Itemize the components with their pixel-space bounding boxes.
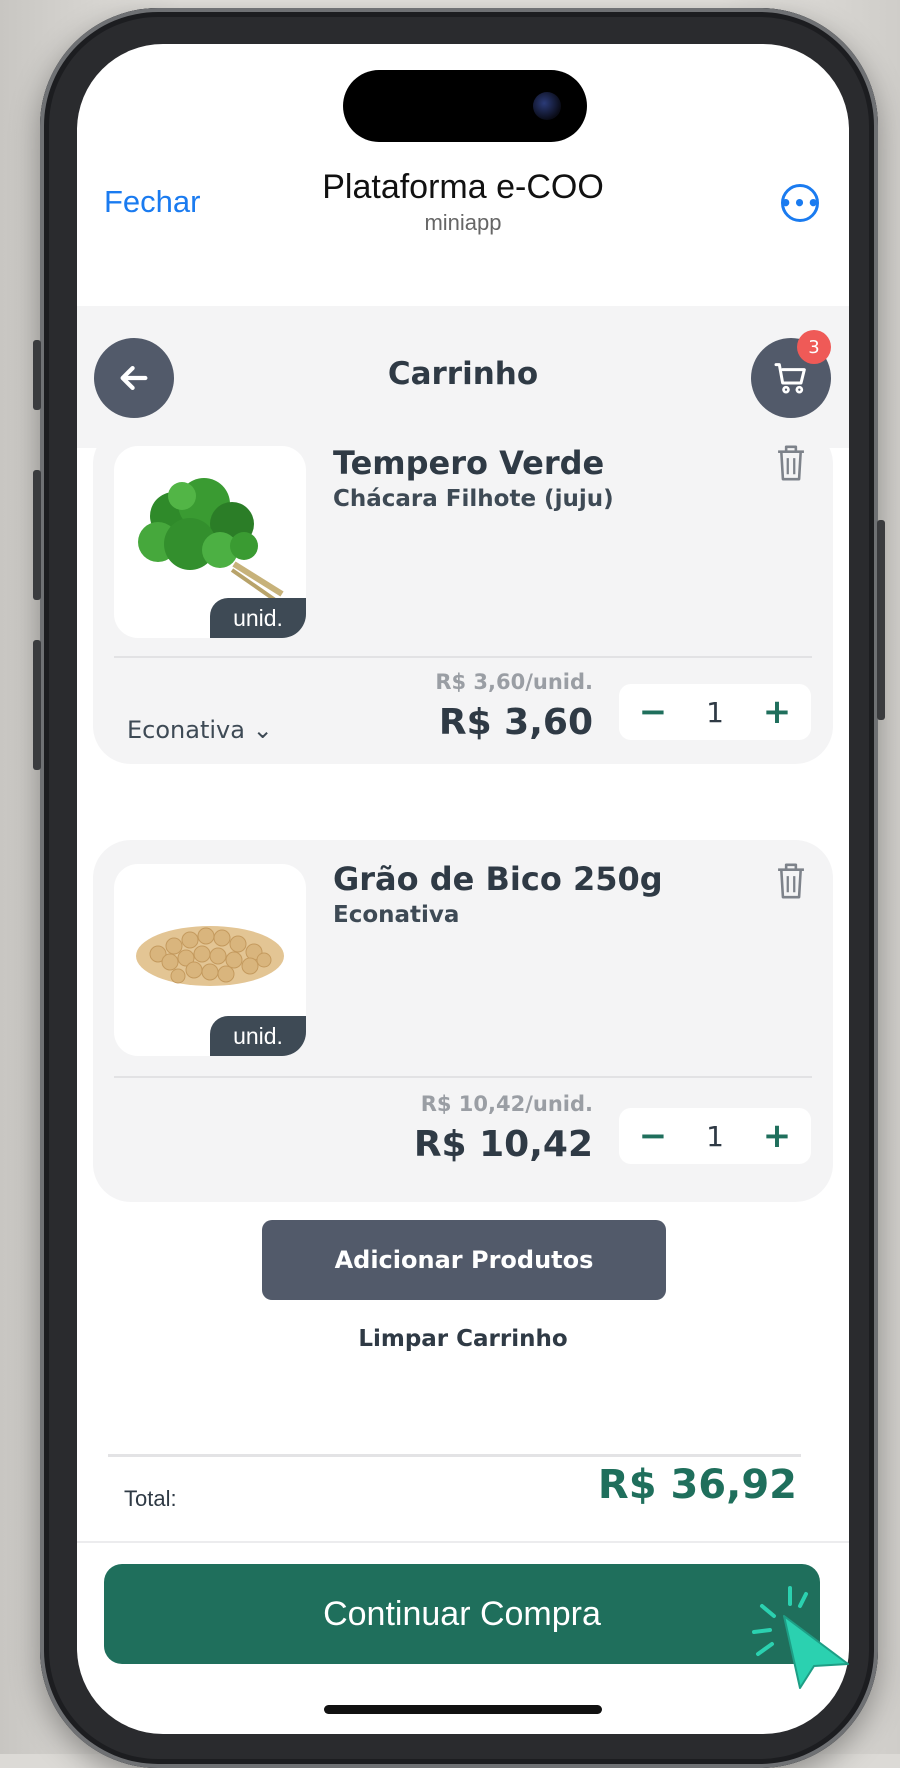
product-name: Grão de Bico 250g <box>333 860 663 898</box>
product-seller: Econativa <box>333 902 460 928</box>
cart-page: Carrinho 3 unid. Tempero Verde Chácara F… <box>77 306 849 1606</box>
total-label: Total: <box>124 1486 177 1511</box>
power-button <box>877 520 885 720</box>
dynamic-island <box>343 70 587 142</box>
divider <box>114 656 812 658</box>
shopping-cart-icon <box>774 363 806 394</box>
product-image: unid. <box>114 864 306 1056</box>
quantity-stepper: − 1 + <box>619 684 811 740</box>
quantity-value: 1 <box>706 695 724 729</box>
screen: Fechar Plataforma e-COO miniapp ••• Carr… <box>77 44 849 1734</box>
quantity-stepper: − 1 + <box>619 1108 811 1164</box>
divider <box>108 1454 801 1457</box>
product-seller: Chácara Filhote (juju) <box>333 486 614 512</box>
unit-tag: unid. <box>210 598 306 638</box>
unit-price: R$ 10,42/unid. <box>420 1092 593 1116</box>
more-options-button[interactable]: ••• <box>779 184 821 222</box>
trash-icon[interactable] <box>771 860 811 902</box>
quantity-value: 1 <box>706 1119 724 1153</box>
divider <box>77 1541 849 1543</box>
cart-count-badge: 3 <box>797 330 831 364</box>
item-price: R$ 10,42 <box>413 1124 593 1165</box>
app-subtitle: miniapp <box>424 210 502 235</box>
increase-quantity-button[interactable]: + <box>757 695 797 729</box>
volume-up-button <box>33 470 41 600</box>
cart-item: unid. Grão de Bico 250g Econativa R$ 10,… <box>93 840 833 1202</box>
add-products-button[interactable]: Adicionar Produtos <box>262 1220 666 1300</box>
total-value: R$ 36,92 <box>597 1462 797 1508</box>
unit-price: R$ 3,60/unid. <box>435 670 593 694</box>
item-price: R$ 3,60 <box>438 702 593 743</box>
mute-switch <box>33 340 41 410</box>
volume-down-button <box>33 640 41 770</box>
clear-cart-button[interactable]: Limpar Carrinho <box>77 1326 849 1352</box>
cart-item: unid. Tempero Verde Chácara Filhote (juj… <box>93 426 833 764</box>
camera-icon <box>533 92 561 120</box>
more-horizontal-icon: ••• <box>779 191 821 215</box>
product-name: Tempero Verde <box>333 444 605 482</box>
product-image: unid. <box>114 446 306 638</box>
divider <box>114 1076 812 1078</box>
trash-icon[interactable] <box>771 442 811 484</box>
continue-purchase-button[interactable]: Continuar Compra <box>104 1564 820 1664</box>
increase-quantity-button[interactable]: + <box>757 1119 797 1153</box>
home-indicator[interactable] <box>324 1705 602 1714</box>
unit-tag: unid. <box>210 1016 306 1056</box>
decrease-quantity-button[interactable]: − <box>633 695 673 729</box>
store-group-toggle[interactable]: Econativa ⌄ <box>127 716 273 744</box>
page-title: Carrinho <box>387 356 539 392</box>
app-title: Plataforma e-COO <box>322 168 604 206</box>
cart-button[interactable]: 3 <box>751 330 831 418</box>
decrease-quantity-button[interactable]: − <box>633 1119 673 1153</box>
click-cursor-icon <box>752 1586 849 1689</box>
